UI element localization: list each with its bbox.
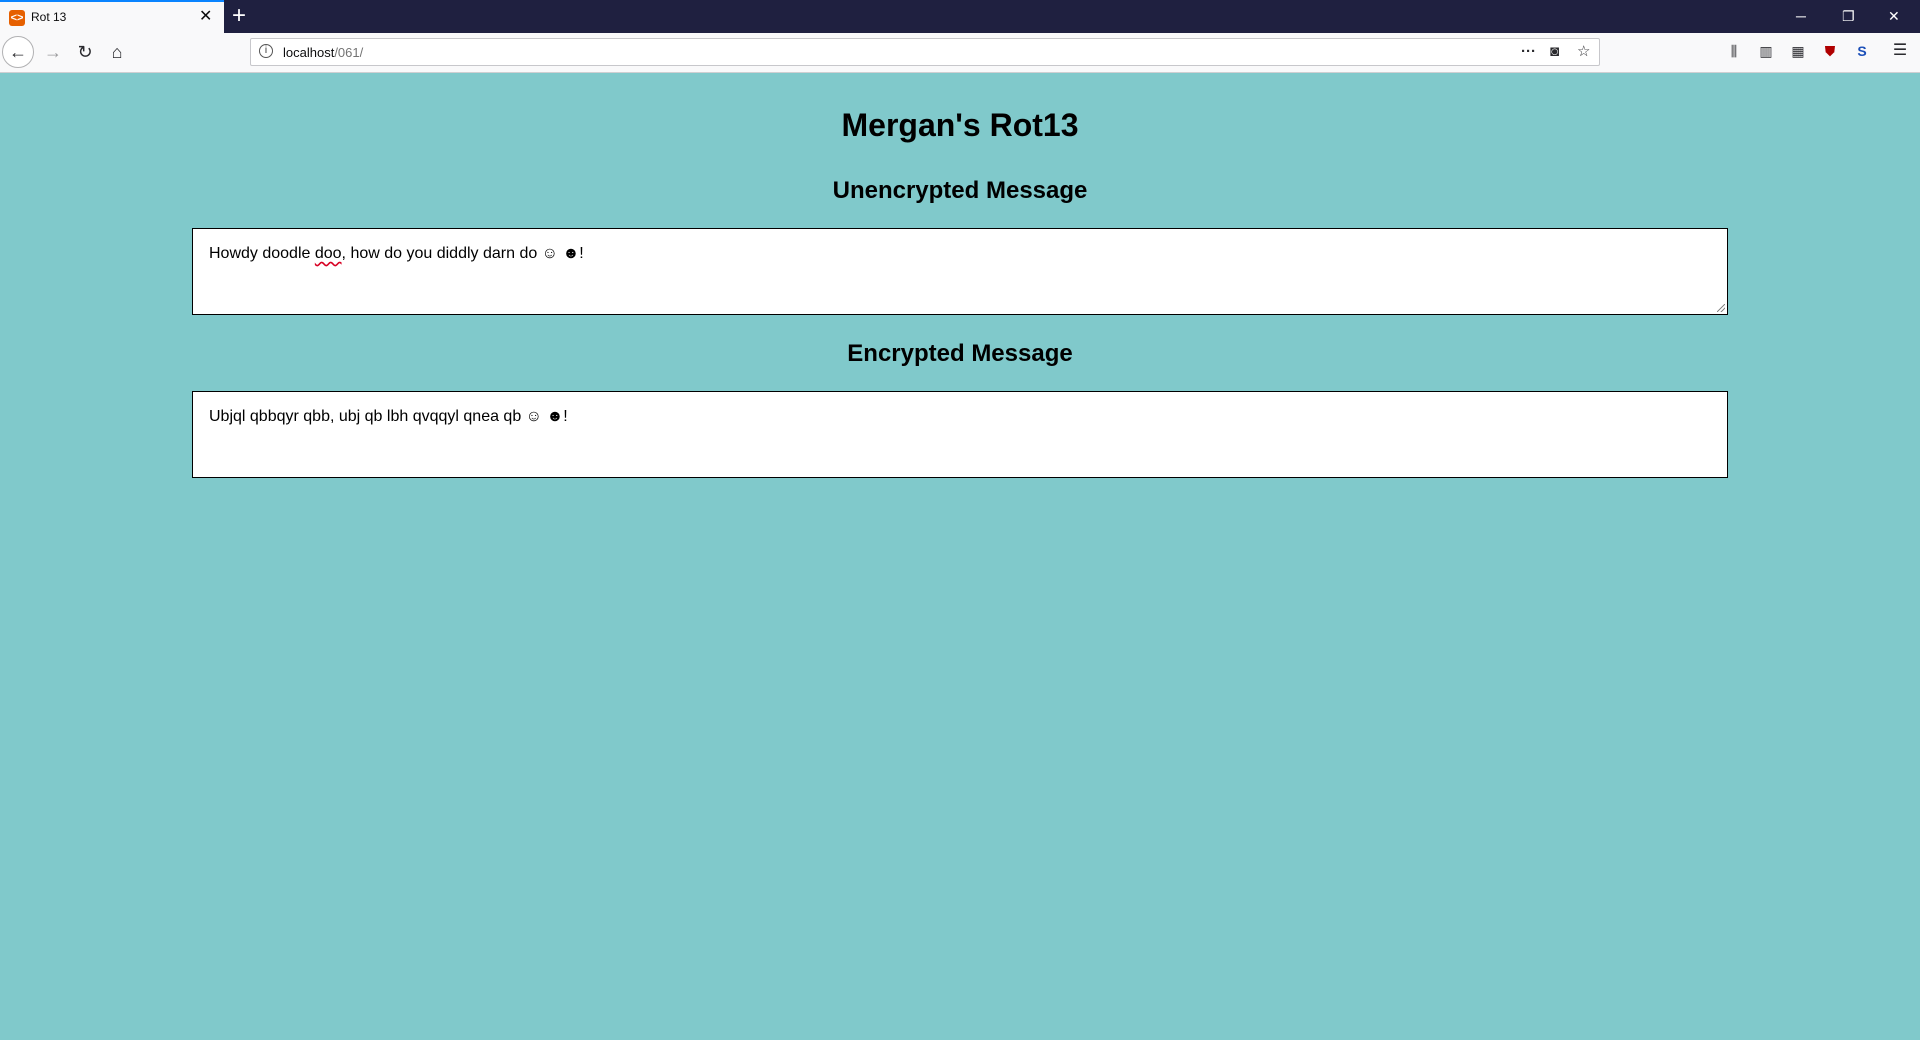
forward-button[interactable]: → [42, 41, 64, 63]
unencrypted-heading: Unencrypted Message [832, 177, 1088, 204]
info-icon[interactable]: i [259, 44, 273, 58]
home-button[interactable]: ⌂ [106, 41, 128, 63]
back-button[interactable]: ← [2, 36, 34, 68]
close-tab-icon[interactable]: ✕ [199, 8, 212, 26]
bookmark-star-icon[interactable]: ☆ [1577, 42, 1590, 62]
stylus-icon[interactable]: S [1852, 42, 1872, 60]
reload-button[interactable]: ↻ [74, 41, 96, 63]
encrypted-textarea[interactable]: Ubjql qbbqyr qbb, ubj qb lbh qvqqyl qnea… [192, 391, 1728, 478]
ublock-icon[interactable]: ⛊ [1820, 42, 1840, 60]
html-icon: <> [9, 10, 25, 26]
encrypted-text: Ubjql qbbqyr qbb, ubj qb lbh qvqqyl qnea… [209, 408, 568, 425]
encrypted-heading: Encrypted Message [847, 340, 1073, 367]
tab-title: Rot 13 [31, 10, 67, 24]
unencrypted-text-post: , how do you diddly darn do ☺ ☻! [341, 245, 584, 262]
url-text: localhost/061/ [283, 45, 363, 60]
library-icon[interactable]: ⫼ [1724, 42, 1744, 60]
new-tab-button[interactable]: + [232, 3, 246, 29]
address-bar[interactable]: i localhost/061/ ··· ◙ ☆ [250, 38, 1600, 66]
tab-bar: <> Rot 13 ✕ + ─ ❐ ✕ [0, 0, 1920, 33]
menu-icon[interactable]: ☰ [1890, 42, 1910, 60]
resize-handle-icon[interactable] [1717, 304, 1725, 312]
url-host: localhost [283, 45, 335, 60]
unencrypted-textarea[interactable]: Howdy doodle doo, how do you diddly darn… [192, 228, 1728, 315]
unencrypted-text-pre: Howdy doodle [209, 245, 315, 262]
sidebar-icon[interactable]: ▥ [1756, 42, 1776, 60]
nav-bar: ← → ↻ ⌂ i localhost/061/ ··· ◙ ☆ ⫼ ▥ ▦ ⛊… [0, 33, 1920, 73]
page-actions-icon[interactable]: ··· [1521, 42, 1536, 62]
close-window-button[interactable]: ✕ [1888, 5, 1900, 27]
tab-rot13[interactable]: <> Rot 13 ✕ [0, 0, 224, 33]
restore-button[interactable]: ❐ [1842, 5, 1855, 27]
url-path: /061/ [334, 45, 364, 60]
arrow-left-icon: ← [9, 42, 27, 62]
misspelled-word: doo [314, 245, 342, 262]
page-title: Mergan's Rot13 [841, 107, 1079, 143]
extension-icon[interactable]: ▦ [1788, 42, 1808, 60]
minimize-button[interactable]: ─ [1796, 5, 1806, 27]
pocket-icon[interactable]: ◙ [1550, 42, 1559, 62]
